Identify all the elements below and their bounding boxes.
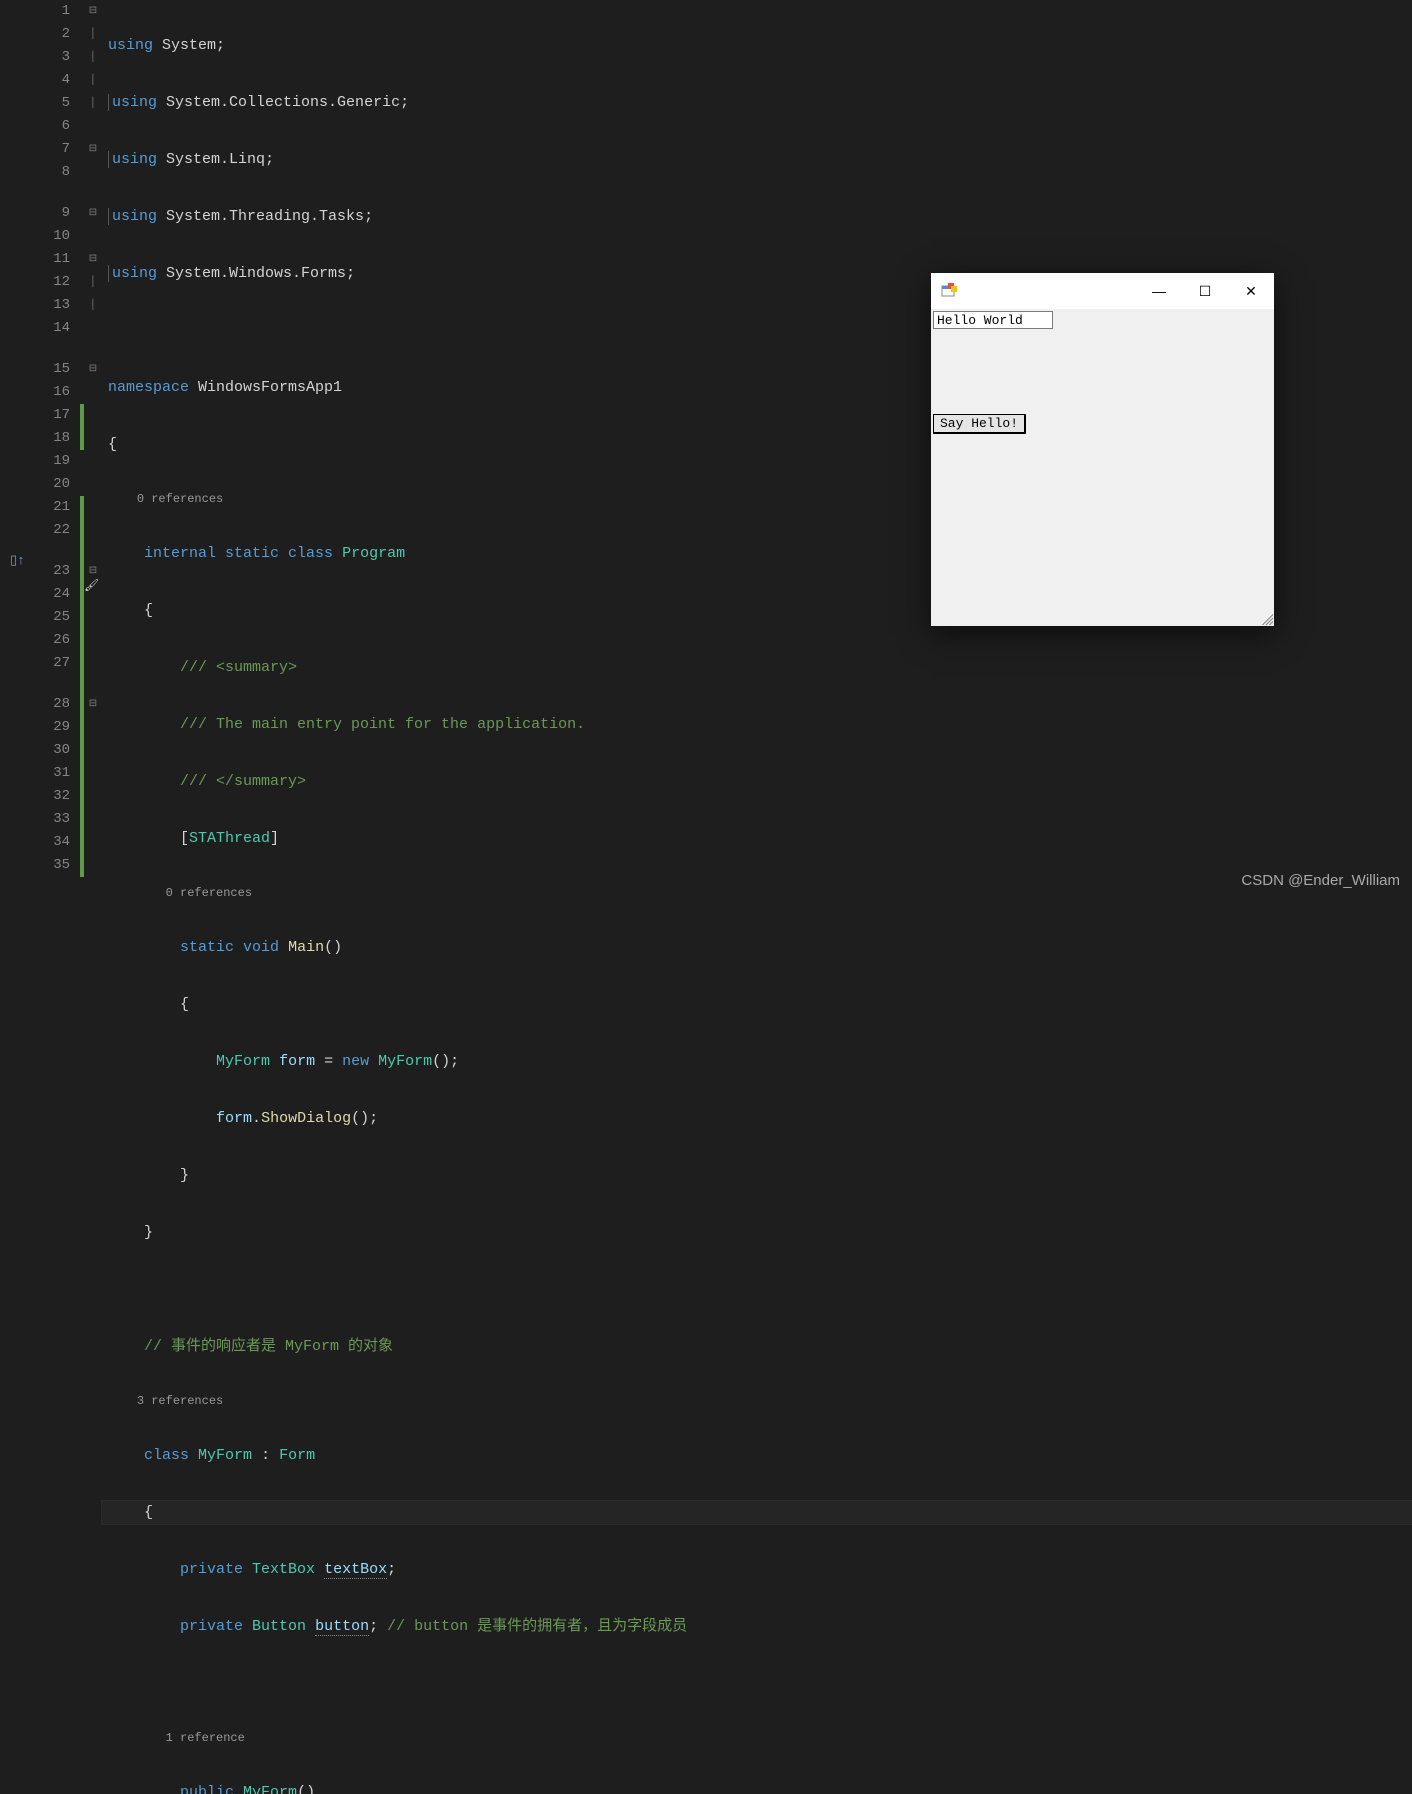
fold-toggle[interactable]: ⊟ — [84, 0, 102, 23]
line-number: 1 — [30, 0, 70, 23]
fold-toggle[interactable]: ⊟ — [84, 248, 102, 271]
textbox-input[interactable]: Hello World — [933, 311, 1053, 329]
folding-gutter[interactable]: ⊟ ││││ ⊟ ⊟ ⊟ ││ ⊟ ⊟ ⊟ — [84, 0, 102, 897]
fold-toggle[interactable]: ⊟ — [84, 358, 102, 381]
say-hello-button[interactable]: Say Hello! — [933, 414, 1026, 434]
close-button[interactable]: ✕ — [1228, 273, 1274, 309]
codelens-references[interactable]: 0 references — [166, 886, 252, 900]
fold-toggle[interactable]: ⊟ — [84, 138, 102, 161]
watermark: CSDN @Ender_William — [1241, 872, 1400, 889]
quick-action-icon[interactable]: 🖌 — [84, 578, 99, 593]
codelens-references[interactable]: 1 reference — [166, 1731, 245, 1745]
titlebar[interactable]: — ☐ ✕ — [931, 273, 1274, 309]
resize-grip[interactable] — [1259, 611, 1273, 625]
fold-toggle[interactable]: ⊟ — [84, 202, 102, 225]
app-icon — [941, 283, 957, 299]
fold-toggle[interactable]: ⊟ — [84, 693, 102, 716]
line-number-gutter: 1 2 3 4 5 6 7 8 9 10 11 12 13 14 15 16 1… — [30, 0, 80, 897]
current-line[interactable]: { — [102, 1501, 1412, 1524]
codelens-references[interactable]: 0 references — [137, 492, 223, 506]
minimize-button[interactable]: — — [1136, 273, 1182, 309]
maximize-button[interactable]: ☐ — [1182, 273, 1228, 309]
windows-form-window[interactable]: — ☐ ✕ Hello World Say Hello! — [931, 273, 1274, 626]
codelens-references[interactable]: 3 references — [137, 1394, 223, 1408]
tracking-icon[interactable]: ▯↑ — [10, 553, 25, 568]
